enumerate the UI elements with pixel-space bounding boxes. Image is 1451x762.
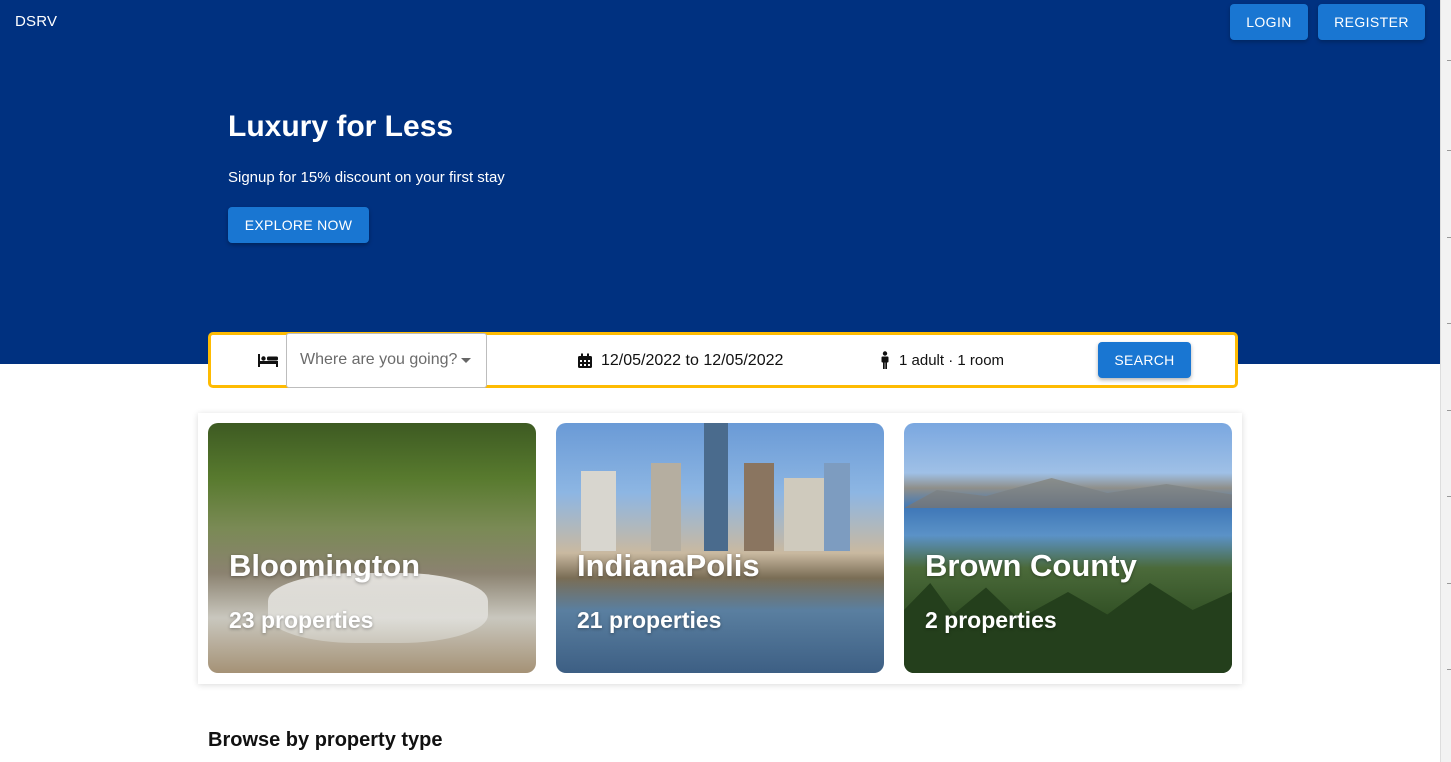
page: DSRV LOGIN REGISTER Luxury for Less Sign… <box>0 0 1451 762</box>
person-icon <box>881 351 889 369</box>
hero-subtitle: Signup for 15% discount on your first st… <box>228 169 505 186</box>
city-card-brown-county[interactable]: Brown County 2 properties <box>904 423 1232 673</box>
ruler-tick <box>1447 237 1451 238</box>
register-button[interactable]: REGISTER <box>1318 4 1425 40</box>
ruler-tick <box>1447 496 1451 497</box>
hero-header: DSRV LOGIN REGISTER Luxury for Less Sign… <box>0 0 1440 364</box>
destination-select[interactable]: Where are you going? <box>286 333 487 388</box>
city-name: Brown County <box>925 548 1137 583</box>
search-bar: Where are you going? 12/05/2022 to 12/05… <box>208 332 1238 388</box>
ruler-tick <box>1447 410 1451 411</box>
hero-title: Luxury for Less <box>228 110 454 143</box>
featured-cities: Bloomington 23 properties IndianaPolis 2… <box>198 413 1242 684</box>
guests-selector[interactable]: 1 adult · 1 room <box>899 352 1004 369</box>
ruler-tick <box>1447 583 1451 584</box>
login-button[interactable]: LOGIN <box>1230 4 1308 40</box>
building-shape <box>824 463 850 551</box>
city-name: Bloomington <box>229 548 421 583</box>
destination-placeholder: Where are you going? <box>300 351 458 368</box>
explore-now-button[interactable]: EXPLORE NOW <box>228 207 369 243</box>
skyline-image <box>581 471 616 551</box>
date-range-picker[interactable]: 12/05/2022 to 12/05/2022 <box>601 352 783 370</box>
city-card-bloomington[interactable]: Bloomington 23 properties <box>208 423 536 673</box>
scrollbar[interactable] <box>1440 0 1451 762</box>
search-button[interactable]: SEARCH <box>1098 342 1191 378</box>
property-count: 21 properties <box>577 607 722 633</box>
building-shape <box>744 463 774 551</box>
property-count: 2 properties <box>925 607 1057 633</box>
property-count: 23 properties <box>229 607 374 633</box>
calendar-icon <box>578 353 592 368</box>
city-card-indianapolis[interactable]: IndianaPolis 21 properties <box>556 423 884 673</box>
browse-section-title: Browse by property type <box>208 729 443 751</box>
city-name: IndianaPolis <box>577 548 760 583</box>
building-shape <box>704 423 728 551</box>
brand-logo[interactable]: DSRV <box>15 13 57 30</box>
ruler-tick <box>1447 60 1451 61</box>
mountain-image <box>904 478 1232 508</box>
chevron-down-icon <box>461 358 471 363</box>
building-shape <box>651 463 681 551</box>
ruler-tick <box>1447 323 1451 324</box>
building-shape <box>784 478 826 551</box>
bed-icon <box>258 354 278 367</box>
ruler-tick <box>1447 669 1451 670</box>
ruler-tick <box>1447 150 1451 151</box>
